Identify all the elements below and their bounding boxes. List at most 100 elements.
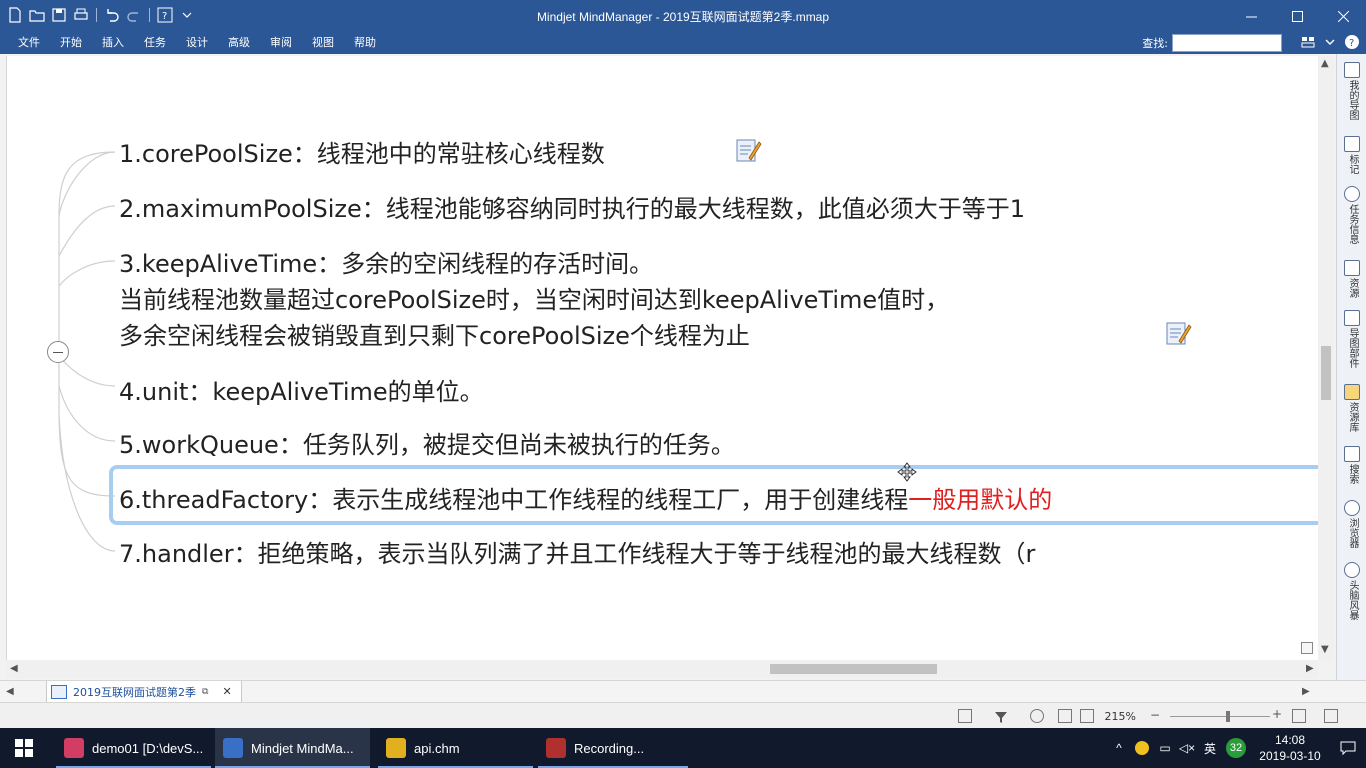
fit-map-icon[interactable]: [1301, 642, 1313, 654]
side-tab-map-parts[interactable]: 导图部件: [1340, 310, 1364, 368]
float-tab-icon[interactable]: ⧉: [202, 687, 208, 697]
collapse-toggle[interactable]: [47, 341, 69, 363]
topic-1[interactable]: 1.corePoolSize：线程池中的常驻核心线程数: [119, 134, 605, 169]
tab-insert[interactable]: 插入: [92, 35, 134, 51]
horizontal-scroll-thumb[interactable]: [770, 664, 937, 674]
horizontal-scrollbar[interactable]: ◀ ▶: [6, 660, 1318, 678]
help-file-icon: [386, 738, 406, 758]
volume-icon[interactable]: ◁×: [1176, 741, 1198, 755]
taskbar-app-label: api.chm: [414, 740, 460, 756]
tab-home[interactable]: 开始: [50, 35, 92, 51]
topic-3-line-2[interactable]: 当前线程池数量超过corePoolSize时，当空闲时间达到keepAliveT…: [119, 280, 949, 315]
start-button[interactable]: [0, 728, 48, 768]
window-title: Mindjet MindManager - 2019互联网面试题第2季.mmap: [536, 10, 830, 24]
scroll-tabs-left-icon[interactable]: ◀: [6, 686, 14, 697]
ime-indicator[interactable]: 英: [1198, 740, 1222, 757]
find-input[interactable]: [1172, 34, 1282, 52]
taskbar-app-idea[interactable]: demo01 [D:\devS...: [56, 728, 211, 768]
side-tab-search[interactable]: 搜索: [1340, 446, 1364, 484]
title-bar: ? Mindjet MindManager - 2019互联网面试题第2季.mm…: [0, 0, 1366, 32]
map-parts-icon: [1344, 310, 1360, 326]
close-button[interactable]: [1320, 0, 1366, 32]
windows-taskbar: demo01 [D:\devS... Mindjet MindMa... api…: [0, 728, 1366, 768]
zoom-level: 215%: [1104, 710, 1136, 723]
topic-6[interactable]: 6.threadFactory：表示生成线程池中工作线程的线程工厂，用于创建线程…: [119, 480, 1052, 515]
intellij-icon: [64, 738, 84, 758]
fit-page-icon[interactable]: [1292, 709, 1306, 723]
zoom-slider-thumb[interactable]: [1226, 711, 1230, 722]
side-tab-resources[interactable]: 资源: [1340, 260, 1364, 298]
notification-badge[interactable]: 32: [1222, 738, 1250, 758]
zoom-slider[interactable]: [1170, 716, 1270, 717]
topic-3-line-3[interactable]: 多余空闲线程会被销毁直到只剩下corePoolSize个线程为止: [119, 316, 750, 351]
side-tab-task-info[interactable]: 任务信息: [1340, 186, 1364, 244]
focus-icon[interactable]: [1030, 709, 1044, 723]
zoom-out-button[interactable]: −: [1150, 708, 1160, 722]
markers-icon: [1344, 136, 1360, 152]
side-tab-library[interactable]: 资源库: [1340, 384, 1364, 432]
filter-icon[interactable]: [994, 709, 1008, 723]
map-canvas[interactable]: 1.corePoolSize：线程池中的常驻核心线程数 2.maximumPoo…: [6, 56, 1318, 660]
taskbar-app-recording[interactable]: Recording...: [538, 728, 688, 768]
layout-icon[interactable]: [1324, 709, 1338, 723]
network-icon[interactable]: ▭: [1154, 741, 1176, 755]
tab-review[interactable]: 审阅: [260, 35, 302, 51]
topic-6-red-text: 一般用默认的: [908, 486, 1053, 514]
search-icon: [1344, 446, 1360, 462]
task-pane-tabs: 我的导图 标记 任务信息 资源 导图部件 资源库 搜索 浏览器 头脑风暴: [1336, 54, 1366, 680]
vertical-scrollbar[interactable]: ▲ ▼: [1318, 56, 1334, 660]
outline-view-icon[interactable]: [1080, 709, 1094, 723]
tab-view[interactable]: 视图: [302, 35, 344, 51]
side-tab-my-maps[interactable]: 我的导图: [1340, 62, 1364, 120]
scroll-tabs-right-icon[interactable]: ▶: [1302, 686, 1310, 697]
find-options-icon[interactable]: [1300, 34, 1316, 50]
topic-5[interactable]: 5.workQueue：任务队列，被提交但尚未被执行的任务。: [119, 425, 735, 460]
page-icon[interactable]: [958, 709, 972, 723]
taskbar-app-label: demo01 [D:\devS...: [92, 740, 204, 756]
svg-text:?: ?: [1349, 38, 1354, 49]
side-tab-markers[interactable]: 标记: [1340, 136, 1364, 174]
person-icon: [1344, 260, 1360, 276]
clock[interactable]: 14:08 2019-03-10: [1250, 732, 1330, 764]
ribbon-tabs: 文件 开始 插入 任务 设计 高级 审阅 视图 帮助 查找: ?: [0, 32, 1366, 54]
windows-logo-icon: [15, 739, 33, 757]
side-tab-brainstorm[interactable]: 头脑风暴: [1340, 562, 1364, 620]
maximize-button[interactable]: [1274, 0, 1320, 32]
taskbar-app-chm[interactable]: api.chm: [378, 728, 533, 768]
tab-advanced[interactable]: 高级: [218, 35, 260, 51]
tab-design[interactable]: 设计: [176, 35, 218, 51]
system-tray: ^ ▭ ◁× 英 32 14:08 2019-03-10: [1108, 728, 1366, 768]
tab-task[interactable]: 任务: [134, 35, 176, 51]
browser-icon: [1344, 500, 1360, 516]
topic-3-line-1[interactable]: 3.keepAliveTime：多余的空闲线程的存活时间。: [119, 244, 653, 279]
topic-4[interactable]: 4.unit：keepAliveTime的单位。: [119, 372, 484, 407]
note-icon[interactable]: [1164, 319, 1192, 347]
find-label: 查找:: [1142, 37, 1168, 50]
vertical-scroll-thumb[interactable]: [1321, 346, 1331, 400]
workspace: 1.corePoolSize：线程池中的常驻核心线程数 2.maximumPoo…: [0, 54, 1366, 680]
help-circle-icon[interactable]: ?: [1344, 34, 1360, 50]
move-cursor-icon: [897, 462, 917, 482]
document-tab-bar: ◀ 2019互联网面试题第2季 ⧉ ✕ ▶: [0, 680, 1366, 703]
action-center-icon[interactable]: [1330, 740, 1366, 756]
security-icon[interactable]: [1130, 741, 1154, 755]
ribbon-right-controls: ?: [1300, 34, 1360, 50]
view-mode-icon[interactable]: [1058, 709, 1072, 723]
collapse-ribbon-icon[interactable]: [1322, 34, 1338, 50]
status-bar: 215% − +: [0, 702, 1366, 728]
side-tab-browser[interactable]: 浏览器: [1340, 500, 1364, 548]
zoom-in-button[interactable]: +: [1272, 707, 1282, 721]
minimize-button[interactable]: [1228, 0, 1274, 32]
tab-help[interactable]: 帮助: [344, 35, 386, 51]
document-tab[interactable]: 2019互联网面试题第2季 ⧉ ✕: [46, 681, 242, 703]
find-box: 查找:: [1142, 32, 1282, 54]
note-icon[interactable]: [734, 136, 762, 164]
document-tab-label: 2019互联网面试题第2季: [73, 685, 196, 699]
taskbar-app-mindmanager[interactable]: Mindjet MindMa...: [215, 728, 370, 768]
show-hidden-icons-icon[interactable]: ^: [1108, 741, 1130, 755]
topic-2[interactable]: 2.maximumPoolSize：线程池能够容纳同时执行的最大线程数，此值必须…: [119, 189, 1025, 224]
tab-file[interactable]: 文件: [8, 35, 50, 51]
clock-date: 2019-03-10: [1259, 749, 1321, 763]
close-tab-icon[interactable]: ✕: [222, 685, 231, 698]
topic-7[interactable]: 7.handler：拒绝策略，表示当队列满了并且工作线程大于等于线程池的最大线程…: [119, 534, 1035, 569]
